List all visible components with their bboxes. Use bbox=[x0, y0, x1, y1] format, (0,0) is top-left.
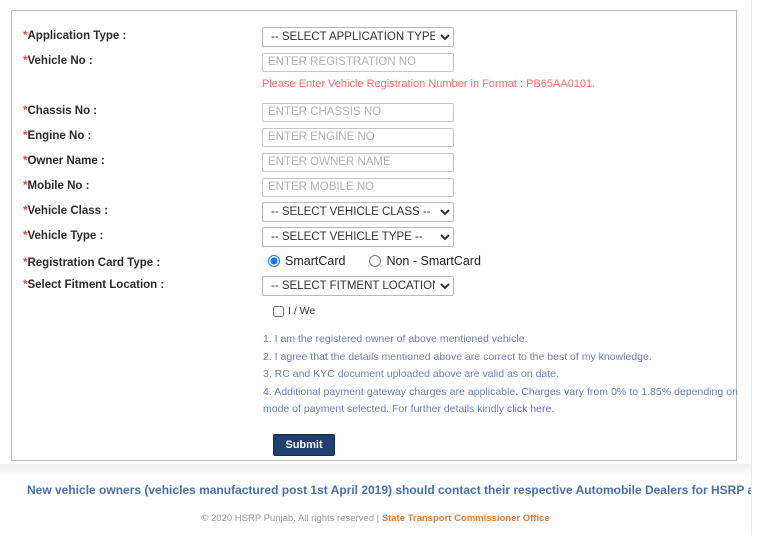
input-vehicle-no[interactable] bbox=[262, 52, 454, 72]
terms-and-conditions-list: 1. I am the registered owner of above me… bbox=[263, 331, 738, 419]
label-vehicle-no: *Vehicle No : bbox=[23, 52, 93, 70]
term-item-4-suffix: . bbox=[551, 403, 555, 415]
label-registration-card-type: *Registration Card Type : bbox=[23, 254, 160, 272]
control-application-type: -- SELECT APPLICATION TYPE -- bbox=[262, 27, 454, 47]
radio-option-non-smartcard[interactable]: Non - SmartCard bbox=[369, 254, 481, 268]
term-item-2: 2. I agree that the details mentioned ab… bbox=[263, 350, 652, 363]
select-vehicle-class[interactable]: -- SELECT VEHICLE CLASS -- bbox=[262, 202, 454, 222]
form-row-engine-no: *Engine No : bbox=[12, 127, 736, 152]
control-owner-name bbox=[262, 152, 454, 172]
control-vehicle-type: -- SELECT VEHICLE TYPE -- bbox=[262, 227, 454, 247]
label-text: Engine No : bbox=[27, 130, 92, 142]
form-row-chassis-no: *Chassis No : bbox=[12, 102, 736, 127]
footer-copyright: © 2020 HSRP Punjab. All rights reserved … bbox=[0, 512, 751, 526]
label-vehicle-class: *Vehicle Class : bbox=[23, 202, 108, 220]
form-row-fitment-location: *Select Fitment Location : -- SELECT FIT… bbox=[12, 276, 736, 301]
label-text: Vehicle Class : bbox=[27, 205, 109, 217]
page-viewport: *Application Type : -- SELECT APPLICATIO… bbox=[0, 0, 768, 535]
radio-smartcard-label: SmartCard bbox=[285, 254, 346, 268]
label-vehicle-type: *Vehicle Type : bbox=[23, 227, 103, 245]
select-fitment-location[interactable]: -- SELECT FITMENT LOCATION -- bbox=[262, 276, 454, 296]
declaration-checkbox-label: I / We bbox=[288, 305, 316, 317]
label-application-type: *Application Type : bbox=[23, 27, 126, 45]
term-item-4: 4. Additional payment gateway charges ar… bbox=[263, 384, 738, 419]
checkbox-declaration[interactable] bbox=[273, 305, 284, 317]
organisation-link[interactable]: State Transport Commissioner Office bbox=[382, 513, 550, 524]
label-engine-no: *Engine No : bbox=[23, 127, 91, 145]
label-text: Vehicle No : bbox=[27, 55, 93, 67]
label-text: Chassis No : bbox=[27, 105, 98, 117]
submit-button[interactable]: Submit bbox=[273, 434, 335, 456]
label-owner-name: *Owner Name : bbox=[23, 152, 105, 170]
control-mobile-no bbox=[262, 177, 454, 197]
input-chassis-no[interactable] bbox=[262, 102, 454, 122]
input-owner-name[interactable] bbox=[262, 152, 454, 172]
footer-marquee-text: New vehicle owners (vehicles manufacture… bbox=[27, 483, 751, 497]
term-item-4-text: 4. Additional payment gateway charges ar… bbox=[263, 385, 738, 416]
declaration-checkbox-row: I / We bbox=[273, 305, 315, 317]
label-text: Application Type : bbox=[27, 30, 127, 42]
label-text: Mobile No : bbox=[27, 180, 90, 192]
term-item-1: 1. I am the registered owner of above me… bbox=[263, 333, 528, 345]
form-row-owner-name: *Owner Name : bbox=[12, 152, 736, 177]
label-chassis-no: *Chassis No : bbox=[23, 102, 97, 120]
form-row-application-type: *Application Type : -- SELECT APPLICATIO… bbox=[12, 27, 736, 52]
section-separator bbox=[0, 464, 751, 478]
footer-marquee: New vehicle owners (vehicles manufacture… bbox=[0, 481, 751, 501]
select-application-type[interactable]: -- SELECT APPLICATION TYPE -- bbox=[262, 27, 454, 47]
control-chassis-no bbox=[262, 102, 454, 122]
control-vehicle-class: -- SELECT VEHICLE CLASS -- bbox=[262, 202, 454, 222]
form-row-vehicle-class: *Vehicle Class : -- SELECT VEHICLE CLASS… bbox=[12, 202, 736, 227]
label-text: Registration Card Type : bbox=[27, 257, 161, 269]
select-vehicle-type[interactable]: -- SELECT VEHICLE TYPE -- bbox=[262, 227, 454, 247]
input-engine-no[interactable] bbox=[262, 127, 454, 147]
charges-details-link[interactable]: click here bbox=[507, 403, 551, 415]
form-row-mobile-no: *Mobile No : bbox=[12, 177, 736, 202]
form-row-vehicle-no: *Vehicle No : bbox=[12, 52, 736, 77]
form-row-vehicle-type: *Vehicle Type : -- SELECT VEHICLE TYPE -… bbox=[12, 227, 736, 252]
input-mobile-no[interactable] bbox=[262, 177, 454, 197]
radio-smartcard[interactable] bbox=[268, 255, 280, 267]
copyright-text: © 2020 HSRP Punjab. All rights reserved … bbox=[201, 513, 382, 524]
radio-non-smartcard[interactable] bbox=[369, 255, 382, 267]
radio-non-smartcard-label: Non - SmartCard bbox=[386, 254, 481, 268]
radio-group-registration-card-type: SmartCard Non - SmartCard bbox=[268, 254, 481, 268]
term-item-3: 3. RC and KYC document uploaded above ar… bbox=[263, 368, 559, 380]
radio-option-smartcard[interactable]: SmartCard bbox=[268, 254, 345, 268]
control-fitment-location: -- SELECT FITMENT LOCATION -- bbox=[262, 276, 454, 296]
control-vehicle-no bbox=[262, 52, 454, 72]
label-text: Owner Name : bbox=[27, 155, 105, 167]
label-text: Vehicle Type : bbox=[27, 230, 104, 242]
label-fitment-location: *Select Fitment Location : bbox=[23, 276, 164, 294]
vehicle-no-error-message: Please Enter Vehicle Registration Number… bbox=[262, 78, 596, 90]
control-engine-no bbox=[262, 127, 454, 147]
label-mobile-no: *Mobile No : bbox=[23, 177, 89, 195]
label-text: Select Fitment Location : bbox=[27, 279, 165, 291]
page-right-gutter bbox=[751, 0, 768, 535]
hsrp-application-form-panel: *Application Type : -- SELECT APPLICATIO… bbox=[11, 10, 738, 461]
